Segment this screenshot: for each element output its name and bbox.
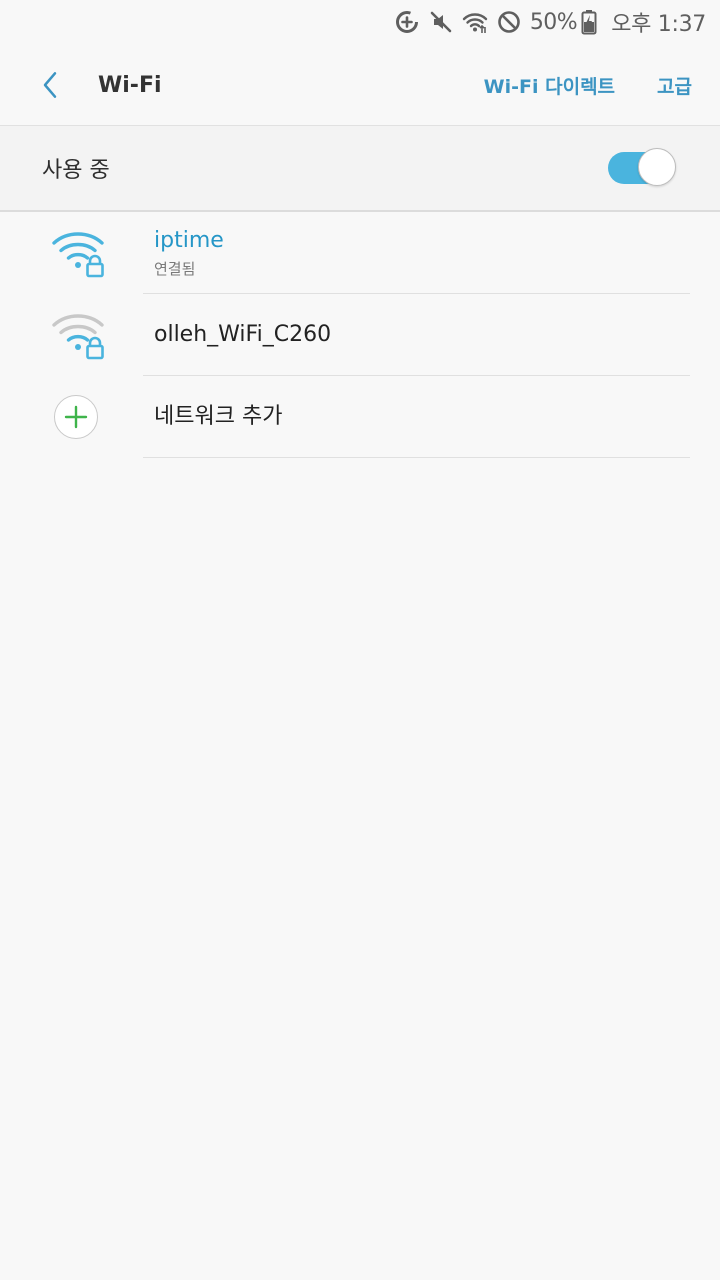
network-item-olleh-wifi-c260[interactable]: olleh_WiFi_C260 xyxy=(0,294,720,376)
wifi-lock-icon xyxy=(52,232,104,278)
network-item-iptime[interactable]: iptime 연결됨 xyxy=(0,212,720,294)
row-divider xyxy=(143,457,690,458)
blocked-icon xyxy=(496,9,522,35)
back-button[interactable] xyxy=(24,59,76,111)
mute-icon xyxy=(428,9,454,35)
chevron-left-icon xyxy=(43,72,57,98)
battery-percent: 50% xyxy=(529,9,578,35)
data-saver-icon xyxy=(394,9,420,35)
wifi-lock-icon xyxy=(52,314,104,360)
master-switch-label: 사용 중 xyxy=(42,158,110,183)
network-name: olleh_WiFi_C260 xyxy=(154,322,332,347)
network-list: iptime 연결됨 olleh_WiFi_C260 네트워크 추가 xyxy=(0,212,720,458)
status-bar: 50% 오후 1:37 xyxy=(0,0,720,44)
app-bar: Wi-Fi Wi-Fi 다이렉트 고급 xyxy=(0,44,720,126)
clock: 오후 1:37 xyxy=(611,12,706,37)
network-name: iptime xyxy=(154,228,224,253)
advanced-button[interactable]: 고급 xyxy=(657,72,692,99)
header-actions: Wi-Fi 다이렉트 고급 xyxy=(484,72,692,99)
battery-charging-icon xyxy=(581,9,597,35)
wifi-icon xyxy=(462,9,488,35)
network-status: 연결됨 xyxy=(154,260,196,278)
wifi-direct-button[interactable]: Wi-Fi 다이렉트 xyxy=(484,72,615,99)
wifi-master-switch-row[interactable]: 사용 중 xyxy=(0,126,720,210)
plus-icon xyxy=(54,395,98,439)
toggle-knob xyxy=(638,148,676,186)
add-network-item[interactable]: 네트워크 추가 xyxy=(0,376,720,458)
add-network-label: 네트워크 추가 xyxy=(154,404,283,429)
page-title: Wi-Fi xyxy=(98,72,162,98)
wifi-toggle[interactable] xyxy=(608,148,676,186)
